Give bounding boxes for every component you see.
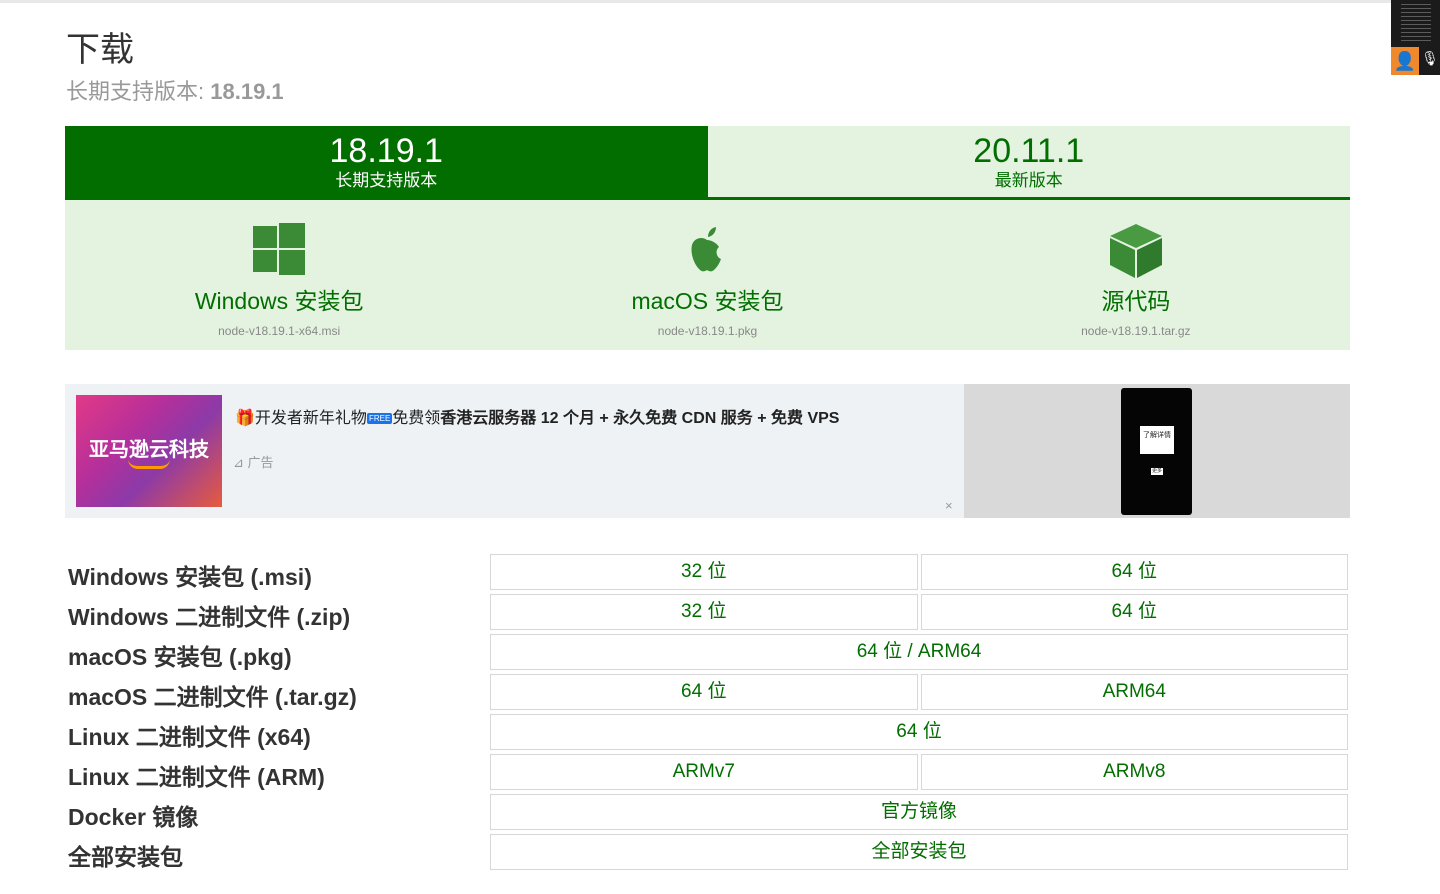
- ad-label-text: 广告: [247, 455, 274, 470]
- table-row: macOS 二进制文件 (.tar.gz) 64 位 ARM64: [68, 672, 1348, 710]
- download-name: 源代码: [1101, 288, 1171, 314]
- download-link[interactable]: 官方镜像: [490, 794, 1348, 830]
- table-row: Windows 二进制文件 (.zip) 32 位 64 位: [68, 592, 1348, 630]
- table-row: macOS 安装包 (.pkg) 64 位 / ARM64: [68, 632, 1348, 670]
- download-source[interactable]: 源代码 node-v18.19.1.tar.gz: [922, 200, 1350, 350]
- table-row: Linux 二进制文件 (ARM) ARMv7 ARMv8: [68, 752, 1348, 790]
- download-link[interactable]: 64 位: [490, 674, 918, 710]
- row-label: Linux 二进制文件 (ARM): [68, 764, 325, 790]
- row-label: 全部安装包: [68, 844, 183, 870]
- download-panel: Windows 安装包 node-v18.19.1-x64.msi macOS …: [65, 200, 1350, 350]
- tab-lts[interactable]: 18.19.1 长期支持版本: [65, 126, 708, 197]
- top-border: [0, 0, 1440, 3]
- download-link[interactable]: 32 位: [490, 594, 918, 630]
- row-label: macOS 二进制文件 (.tar.gz): [68, 684, 357, 710]
- table-row: 全部安装包 全部安装包: [68, 832, 1348, 870]
- download-windows[interactable]: Windows 安装包 node-v18.19.1-x64.msi: [65, 200, 493, 350]
- ad-headline[interactable]: 🎁开发者新年礼物 FREE 免费领香港云服务器 12 个月 + 永久免费 CDN 服…: [235, 404, 839, 428]
- download-link[interactable]: ARMv7: [490, 754, 918, 790]
- table-row: Windows 安装包 (.msi) 32 位 64 位: [68, 552, 1348, 590]
- version-tabs: 18.19.1 长期支持版本 20.11.1 最新版本: [65, 126, 1350, 200]
- download-filename: node-v18.19.1-x64.msi: [218, 324, 341, 338]
- download-macos[interactable]: macOS 安装包 node-v18.19.1.pkg: [493, 200, 921, 350]
- row-label: Linux 二进制文件 (x64): [68, 724, 311, 750]
- microphone-icon[interactable]: 🎙: [1421, 50, 1439, 72]
- ad-image[interactable]: 亚马逊云科技: [76, 395, 222, 507]
- ad-image-text: 亚马逊云科技: [89, 439, 209, 461]
- free-badge: FREE: [366, 413, 393, 424]
- subtitle-prefix: 长期支持版本:: [66, 79, 205, 104]
- close-icon[interactable]: ×: [945, 498, 953, 513]
- download-link[interactable]: 64 位: [920, 554, 1348, 590]
- table-row: Docker 镜像 官方镜像: [68, 792, 1348, 830]
- row-label: macOS 安装包 (.pkg): [68, 644, 292, 670]
- download-link[interactable]: 32 位: [490, 554, 918, 590]
- floating-toolbar[interactable]: 👤 🎙: [1391, 0, 1440, 75]
- row-label: Docker 镜像: [68, 804, 199, 830]
- download-name: macOS 安装包: [631, 288, 784, 314]
- download-link[interactable]: 全部安装包: [490, 834, 1348, 870]
- ad-phone-button[interactable]: 了解详情: [1140, 426, 1174, 454]
- ad-phone-button-small[interactable]: 更多: [1151, 468, 1163, 475]
- ad-video-area[interactable]: 了解详情 更多: [964, 384, 1350, 518]
- download-link[interactable]: ARMv8: [920, 754, 1348, 790]
- download-link[interactable]: 64 位 / ARM64: [490, 634, 1348, 670]
- ad-text-part: 免费领: [392, 410, 441, 427]
- apple-icon: [691, 227, 722, 272]
- ad-text-bold: 香港云服务器 12 个月 + 永久免费 CDN 服务 + 免费 VPS: [440, 410, 840, 427]
- windows-icon: [253, 223, 306, 275]
- ad-phone-preview: 了解详情 更多: [1121, 388, 1192, 515]
- page-title: 下载: [66, 31, 134, 69]
- gift-icon: 🎁: [235, 410, 255, 427]
- advertisement-banner[interactable]: 亚马逊云科技 🎁开发者新年礼物 FREE 免费领香港云服务器 12 个月 + 永久免…: [65, 384, 1350, 518]
- amazon-smile-icon: [128, 459, 170, 469]
- download-filename: node-v18.19.1.pkg: [657, 324, 758, 338]
- tab-label: 最新版本: [994, 171, 1063, 190]
- download-link[interactable]: 64 位: [920, 594, 1348, 630]
- download-link[interactable]: 64 位: [490, 714, 1348, 750]
- download-filename: node-v18.19.1.tar.gz: [1081, 324, 1191, 338]
- ad-label: ⊿ 广告: [233, 455, 274, 470]
- tab-version: 20.11.1: [973, 132, 1085, 170]
- ad-text-part: 开发者新年礼物: [254, 410, 367, 427]
- page-subtitle: 长期支持版本: 18.19.1: [66, 74, 284, 106]
- package-box-icon: [1109, 224, 1162, 278]
- download-link[interactable]: ARM64: [920, 674, 1348, 710]
- tab-current[interactable]: 20.11.1 最新版本: [708, 126, 1351, 197]
- toolbar-preview: [1401, 4, 1431, 44]
- row-label: Windows 安装包 (.msi): [68, 564, 312, 590]
- tab-version: 18.19.1: [329, 132, 443, 170]
- row-label: Windows 二进制文件 (.zip): [68, 604, 351, 630]
- table-row: Linux 二进制文件 (x64) 64 位: [68, 712, 1348, 750]
- person-icon[interactable]: 👤: [1391, 47, 1419, 75]
- subtitle-version: 18.19.1: [210, 79, 284, 104]
- tab-label: 长期支持版本: [335, 171, 438, 190]
- download-name: Windows 安装包: [194, 288, 364, 314]
